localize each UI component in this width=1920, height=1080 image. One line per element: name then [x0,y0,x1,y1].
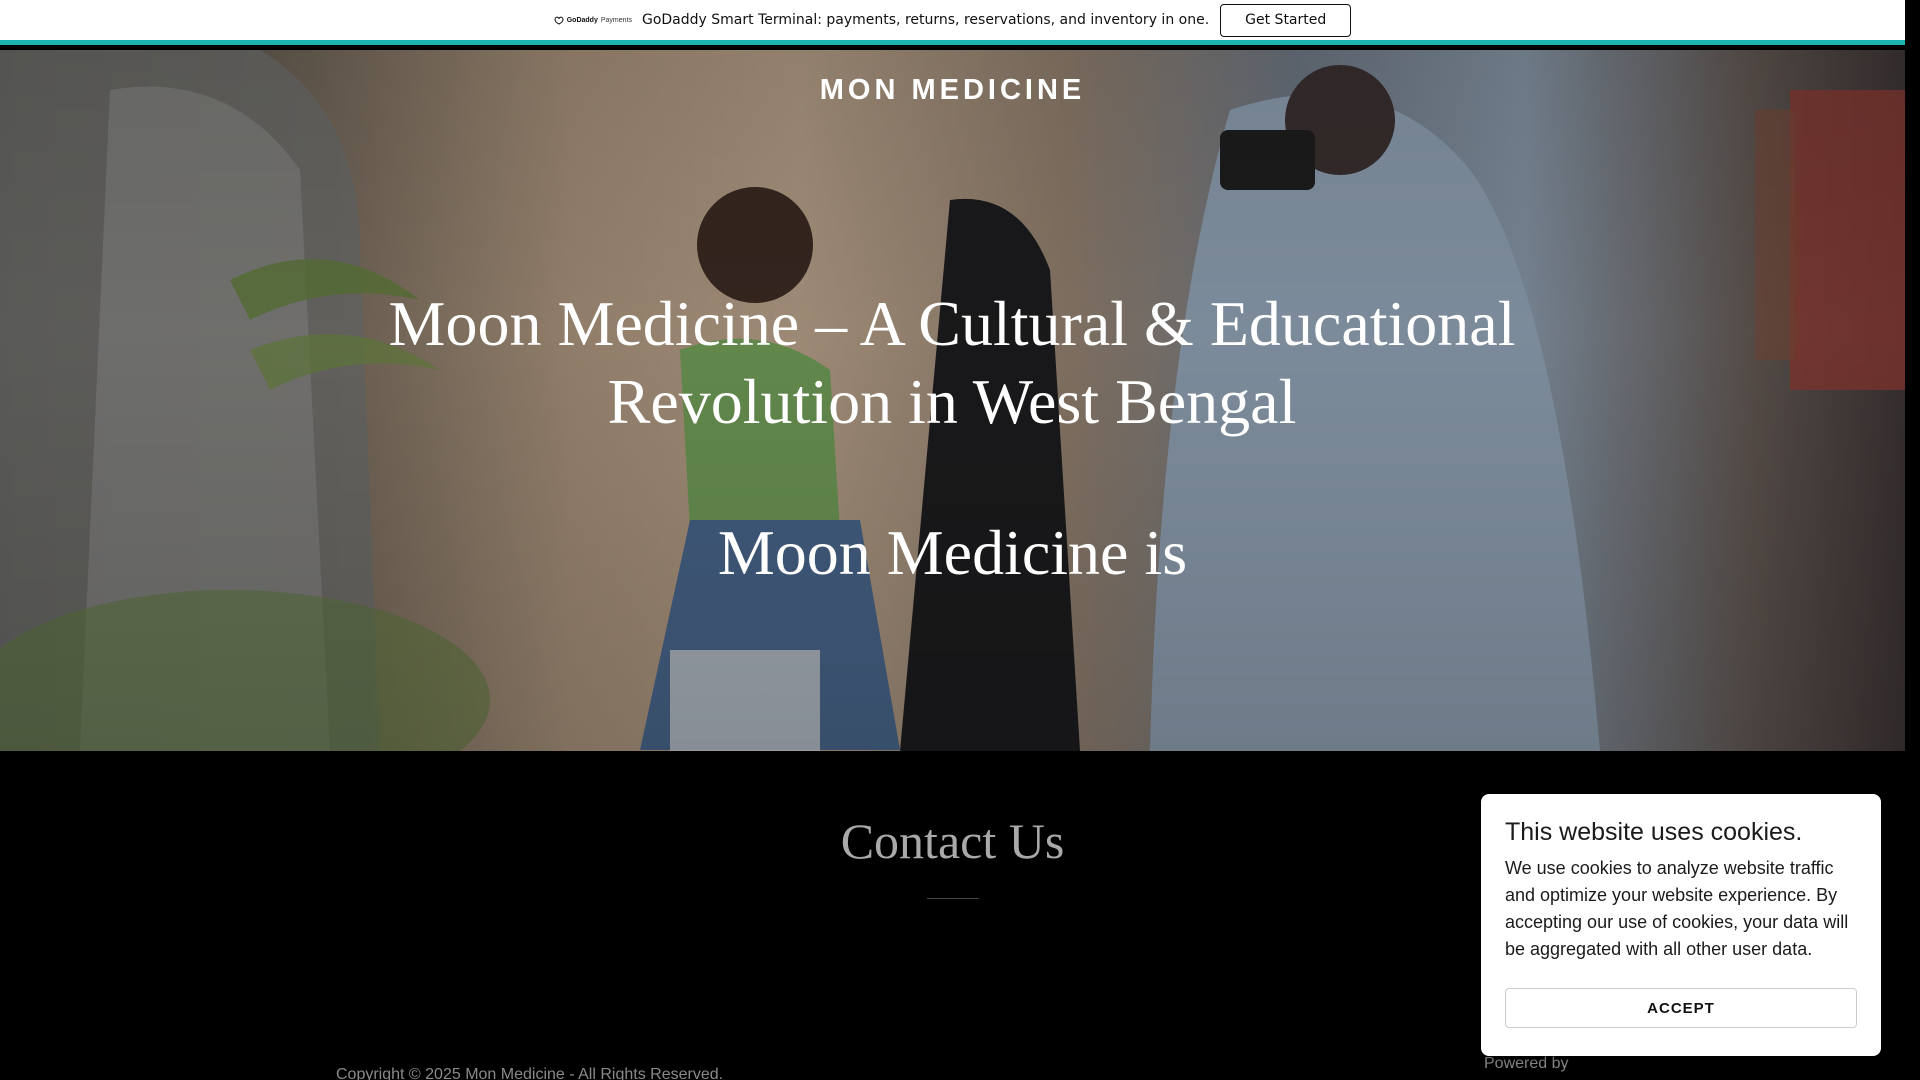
hero-heading: Moon Medicine – A Cultural & Educational… [388,288,1516,437]
godaddy-icon [554,16,564,25]
get-started-button[interactable]: Get Started [1220,3,1352,37]
godaddy-payments-logo: GoDaddy Payments [554,16,632,25]
promo-text: GoDaddy Smart Terminal: payments, return… [641,12,1210,28]
logo-product-text: Payments [600,16,632,24]
cookie-body: We use cookies to analyze website traffi… [1505,858,1849,959]
hero-section: MON MEDICINE Moon Medicine – A Cultural … [0,50,1905,751]
accept-cookies-button[interactable]: ACCEPT [1505,988,1857,1028]
site-title[interactable]: MON MEDICINE [0,74,1905,107]
cookie-banner: This website uses cookies. We use cookie… [1481,794,1881,1056]
cookie-title: This website uses cookies. [1505,818,1803,846]
powered-by-text: Powered by [1484,1055,1569,1072]
logo-brand-text: GoDaddy [566,16,598,24]
promo-banner: GoDaddy Payments GoDaddy Smart Terminal:… [0,0,1905,45]
contact-divider [927,898,979,899]
hero-subheading: Moon Medicine is [717,517,1188,588]
copyright-text: Copyright © 2025 Mon Medicine - All Righ… [336,1066,724,1080]
